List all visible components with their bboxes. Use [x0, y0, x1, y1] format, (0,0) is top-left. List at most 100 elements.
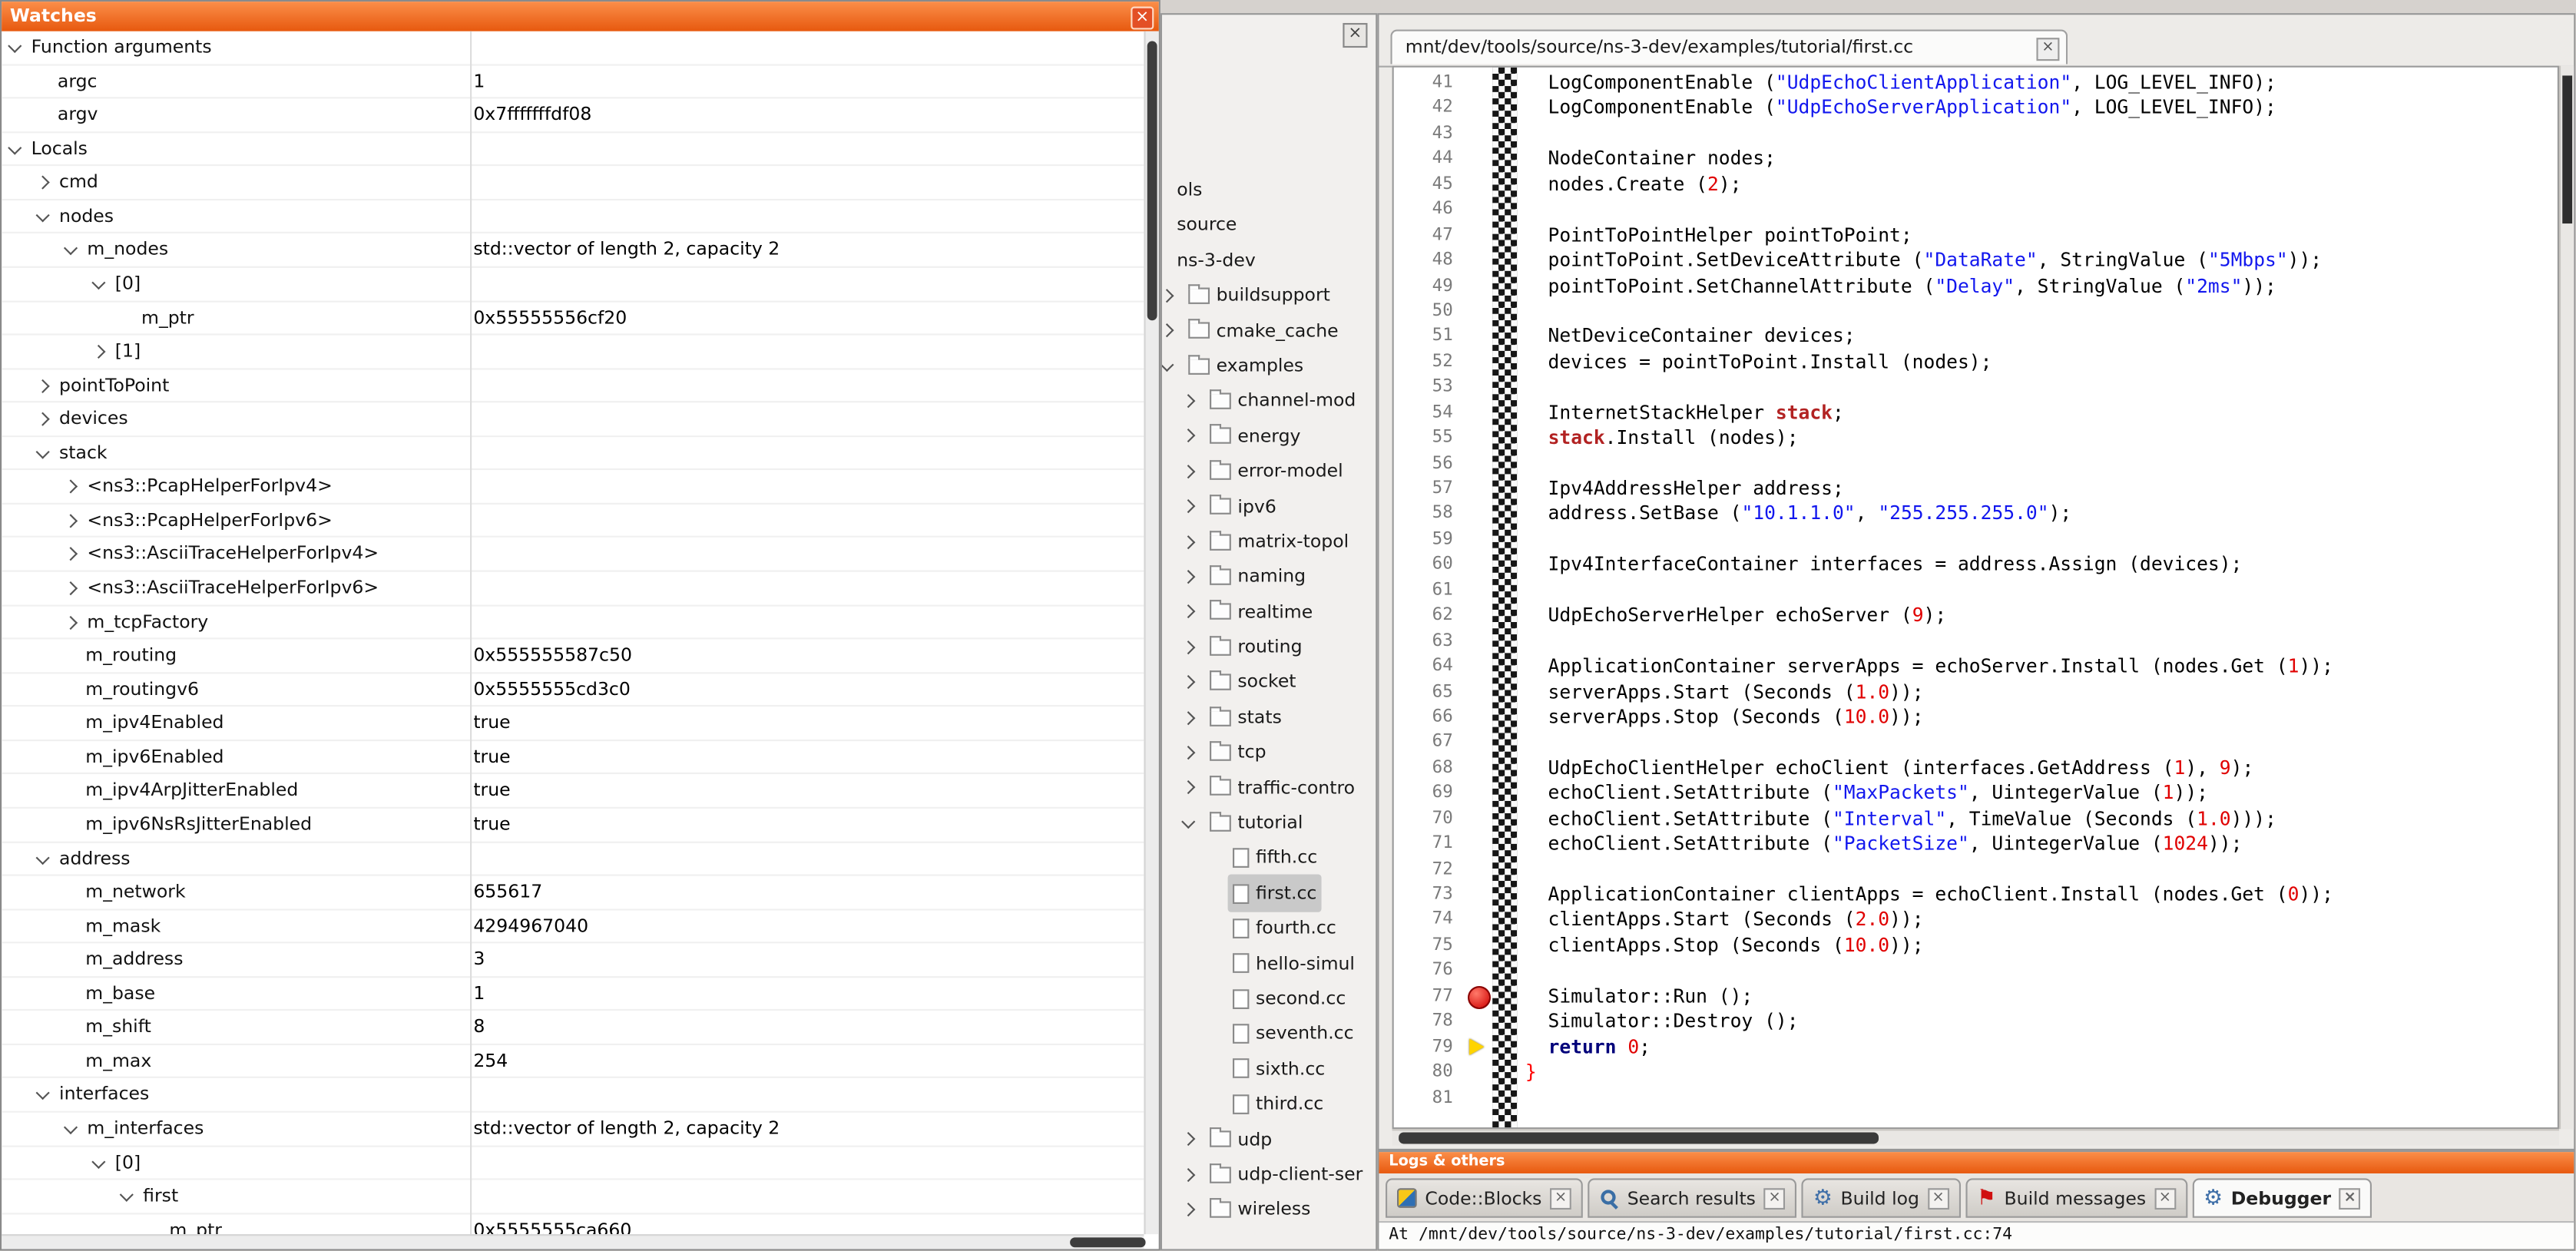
watch-row[interactable]: m_routingv60x5555555cd3c0 — [2, 673, 1144, 707]
close-icon[interactable] — [1343, 23, 1367, 48]
expand-icon[interactable] — [1181, 1167, 1195, 1181]
tree-item-source[interactable]: source — [1162, 206, 1376, 241]
editor-vertical-scrollbar[interactable] — [2559, 66, 2574, 1130]
tab-code-blocks[interactable]: Code::Blocks — [1386, 1178, 1583, 1217]
watch-row[interactable]: <ns3::AsciiTraceHelperForIpv6> — [2, 572, 1144, 606]
watch-row[interactable]: stack — [2, 437, 1144, 471]
code-lines[interactable]: LogComponentEnable ("UdpEchoClientApplic… — [1517, 68, 2558, 1127]
expand-icon[interactable] — [64, 514, 78, 528]
expand-icon[interactable] — [1181, 534, 1195, 548]
collapse-icon[interactable] — [64, 1120, 78, 1134]
line-number[interactable]: 76 — [1394, 958, 1466, 984]
line-number[interactable]: 66 — [1394, 705, 1466, 730]
collapse-icon[interactable] — [64, 242, 78, 256]
expand-icon[interactable] — [1181, 465, 1195, 478]
expand-icon[interactable] — [1181, 500, 1195, 514]
line-number[interactable]: 55 — [1394, 426, 1466, 452]
line-number[interactable]: 56 — [1394, 452, 1466, 477]
tree-item-stats[interactable]: stats — [1162, 698, 1376, 733]
line-number[interactable]: 72 — [1394, 857, 1466, 882]
watch-row[interactable]: m_network655617 — [2, 876, 1144, 910]
line-number[interactable]: 61 — [1394, 578, 1466, 604]
tree-item-ols[interactable]: ols — [1162, 171, 1376, 207]
watch-row[interactable]: <ns3::AsciiTraceHelperForIpv4> — [2, 538, 1144, 572]
watch-row[interactable]: m_ipv6NsRsJitterEnabledtrue — [2, 809, 1144, 842]
tree-item-error-model[interactable]: error-model — [1162, 452, 1376, 488]
breakpoint-icon[interactable] — [1468, 986, 1491, 1009]
editor-horizontal-scrollbar[interactable] — [1392, 1129, 2559, 1145]
expand-icon[interactable] — [1181, 570, 1195, 584]
collapse-icon[interactable] — [1161, 357, 1174, 371]
watch-row[interactable]: nodes — [2, 200, 1144, 234]
line-number[interactable]: 65 — [1394, 680, 1466, 705]
expand-icon[interactable] — [1181, 710, 1195, 724]
tab-search-results[interactable]: Search results — [1588, 1178, 1796, 1217]
tree-item-first-cc[interactable]: first.cc — [1162, 874, 1376, 909]
watch-row[interactable]: devices — [2, 403, 1144, 437]
line-number[interactable]: 60 — [1394, 553, 1466, 578]
scrollbar-thumb[interactable] — [1399, 1132, 1879, 1143]
tree-item-tutorial[interactable]: tutorial — [1162, 804, 1376, 839]
watch-row[interactable]: m_ipv6Enabledtrue — [2, 741, 1144, 775]
tree-item-energy[interactable]: energy — [1162, 417, 1376, 452]
line-number[interactable]: 57 — [1394, 477, 1466, 502]
collapse-icon[interactable] — [8, 39, 22, 53]
watch-row[interactable]: m_interfacesstd::vector of length 2, cap… — [2, 1113, 1144, 1147]
line-number[interactable]: 52 — [1394, 349, 1466, 375]
expand-icon[interactable] — [1181, 1203, 1195, 1216]
expand-icon[interactable] — [1161, 289, 1174, 303]
collapse-icon[interactable] — [91, 1154, 105, 1168]
watch-row[interactable]: m_max254 — [2, 1045, 1144, 1079]
tree-item-channel-mod[interactable]: channel-mod — [1162, 382, 1376, 417]
watch-row[interactable]: m_ptr0x5555555ca660 — [2, 1214, 1144, 1234]
close-icon[interactable] — [1764, 1187, 1786, 1209]
line-number[interactable]: 46 — [1394, 197, 1466, 223]
line-number[interactable]: 44 — [1394, 147, 1466, 172]
tree-item-second-cc[interactable]: second.cc — [1162, 979, 1376, 1014]
line-number[interactable]: 58 — [1394, 502, 1466, 528]
watch-row[interactable]: m_ipv4ArpJitterEnabledtrue — [2, 775, 1144, 809]
expand-icon[interactable] — [36, 379, 50, 392]
watch-row[interactable]: m_mask4294967040 — [2, 910, 1144, 944]
line-number[interactable]: 59 — [1394, 528, 1466, 553]
watch-row[interactable]: argc1 — [2, 65, 1144, 99]
expand-icon[interactable] — [64, 480, 78, 494]
collapse-icon[interactable] — [36, 208, 50, 222]
line-number[interactable]: 71 — [1394, 832, 1466, 857]
watch-row[interactable]: m_base1 — [2, 978, 1144, 1011]
watch-row[interactable]: interfaces — [2, 1079, 1144, 1113]
close-icon[interactable] — [1550, 1187, 1571, 1209]
tree-item-seventh-cc[interactable]: seventh.cc — [1162, 1014, 1376, 1050]
tree-item-tcp[interactable]: tcp — [1162, 733, 1376, 769]
collapse-icon[interactable] — [36, 850, 50, 864]
tree-item-matrix-topol[interactable]: matrix-topol — [1162, 522, 1376, 558]
collapse-icon[interactable] — [1181, 814, 1195, 828]
line-number[interactable]: 41 — [1394, 71, 1466, 96]
tree-item-third-cc[interactable]: third.cc — [1162, 1085, 1376, 1120]
expand-icon[interactable] — [64, 615, 78, 629]
collapse-icon[interactable] — [36, 1087, 50, 1100]
tree-item-ns-3-dev[interactable]: ns-3-dev — [1162, 241, 1376, 276]
close-icon[interactable] — [1131, 7, 1154, 30]
watch-row[interactable]: m_ptr0x55555556cf20 — [2, 302, 1144, 336]
expand-icon[interactable] — [91, 345, 105, 359]
scrollbar-thumb[interactable] — [2562, 75, 2572, 223]
watch-row[interactable]: m_shift8 — [2, 1011, 1144, 1045]
expand-icon[interactable] — [1181, 675, 1195, 689]
scrollbar-thumb[interactable] — [1070, 1237, 1145, 1247]
tree-item-wireless[interactable]: wireless — [1162, 1190, 1376, 1226]
line-number[interactable]: 81 — [1394, 1085, 1466, 1110]
line-number[interactable]: 45 — [1394, 172, 1466, 197]
line-number[interactable]: 68 — [1394, 756, 1466, 781]
line-number[interactable]: 48 — [1394, 248, 1466, 273]
line-number[interactable]: 78 — [1394, 1009, 1466, 1034]
line-number[interactable]: 42 — [1394, 96, 1466, 121]
line-number[interactable]: 79 — [1394, 1034, 1466, 1060]
tree-item-traffic-contro[interactable]: traffic-contro — [1162, 769, 1376, 804]
tab-debugger[interactable]: ⚙Debugger — [2192, 1178, 2372, 1217]
collapse-icon[interactable] — [120, 1188, 134, 1202]
watch-row[interactable]: m_tcpFactory — [2, 606, 1144, 640]
watch-row[interactable]: [0] — [2, 268, 1144, 302]
line-number[interactable]: 53 — [1394, 375, 1466, 400]
line-number[interactable]: 80 — [1394, 1060, 1466, 1085]
